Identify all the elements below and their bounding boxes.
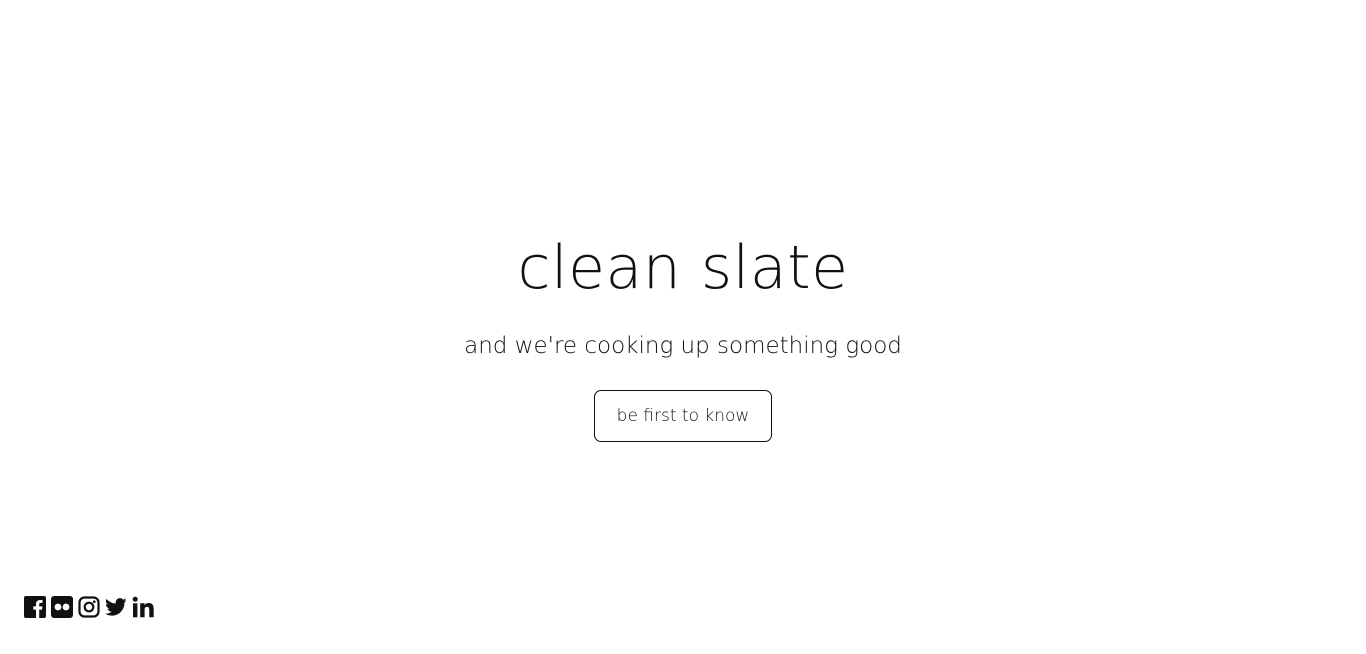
social-links [24, 596, 154, 618]
page: clean slate and we're cooking up somethi… [0, 0, 1366, 654]
flickr-icon [51, 596, 73, 618]
linkedin-link[interactable] [132, 596, 154, 618]
twitter-icon [105, 598, 127, 616]
twitter-link[interactable] [105, 596, 127, 618]
facebook-icon [24, 596, 46, 618]
linkedin-icon [132, 596, 154, 618]
instagram-link[interactable] [78, 596, 100, 618]
page-title: clean slate [517, 233, 849, 303]
facebook-link[interactable] [24, 596, 46, 618]
be-first-to-know-button[interactable]: be first to know [594, 390, 772, 442]
flickr-link[interactable] [51, 596, 73, 618]
instagram-icon [78, 596, 100, 618]
page-subtitle: and we're cooking up something good [464, 333, 902, 359]
